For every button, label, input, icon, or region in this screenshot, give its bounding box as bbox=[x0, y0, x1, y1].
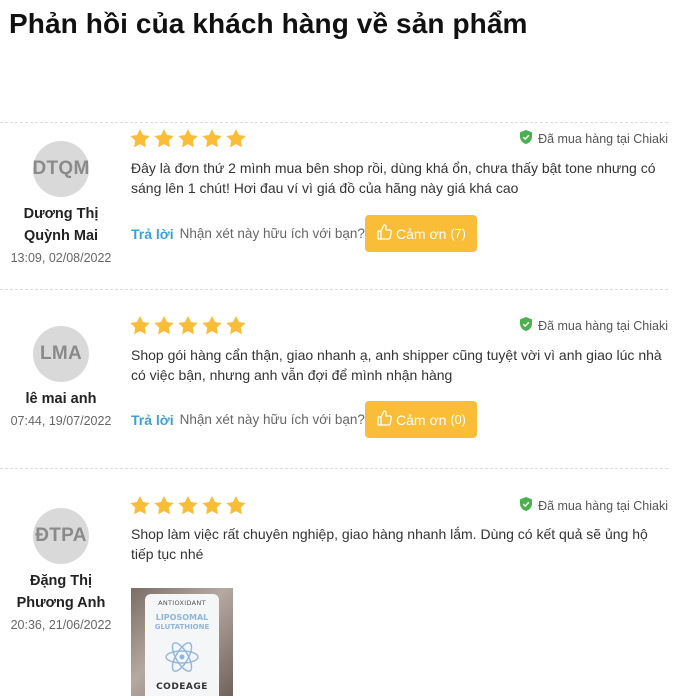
star-rating bbox=[130, 496, 246, 515]
star-icon bbox=[178, 496, 198, 515]
review-date: 20:36, 21/06/2022 bbox=[10, 618, 112, 632]
review-text: Shop làm việc rất chuyên nghiệp, giao hà… bbox=[131, 526, 648, 562]
helpful-question: Nhận xét này hữu ích với bạn? bbox=[179, 226, 365, 241]
thanks-label: Cảm ơn bbox=[396, 225, 447, 242]
star-icon bbox=[202, 496, 222, 515]
thanks-count: (0) bbox=[450, 412, 466, 427]
star-icon bbox=[154, 129, 174, 148]
author-name: Đặng Thị Phương Anh bbox=[16, 573, 106, 611]
verified-label: Đã mua hàng tại Chiaki bbox=[538, 498, 668, 513]
star-icon bbox=[130, 496, 150, 515]
review-divider bbox=[0, 289, 668, 290]
atom-logo-icon bbox=[165, 642, 199, 672]
verified-label: Đã mua hàng tại Chiaki bbox=[538, 131, 668, 146]
review-text: Shop gói hàng cẩn thận, giao nhanh ạ, an… bbox=[131, 347, 662, 383]
reply-link[interactable]: Trả lời bbox=[131, 412, 174, 428]
review-divider bbox=[0, 468, 668, 469]
star-icon bbox=[226, 316, 246, 335]
thanks-label: Cảm ơn bbox=[396, 411, 447, 428]
review-text: Đây là đơn thứ 2 mình mua bên shop rồi, … bbox=[131, 160, 656, 196]
verified-shield-icon bbox=[520, 497, 533, 514]
star-icon bbox=[178, 129, 198, 148]
review-author: ĐTPA Đặng Thị Phương Anh 20:36, 21/06/20… bbox=[0, 508, 122, 632]
star-icon bbox=[130, 316, 150, 335]
photo-product-line-2: GLUTATHIONE bbox=[154, 623, 210, 631]
star-icon bbox=[154, 316, 174, 335]
thumbs-up-icon bbox=[376, 410, 393, 429]
star-icon bbox=[202, 316, 222, 335]
thumbs-up-icon bbox=[376, 224, 393, 243]
star-icon bbox=[226, 129, 246, 148]
review-date: 07:44, 19/07/2022 bbox=[10, 414, 112, 428]
verified-purchase-badge: Đã mua hàng tại Chiaki bbox=[520, 317, 668, 334]
review-author: DTQM Dương Thị Quỳnh Mai 13:09, 02/08/20… bbox=[0, 141, 122, 265]
product-jar-image: ANTIOXIDANT LIPOSOMAL GLUTATHIONE CODEAG… bbox=[145, 594, 219, 696]
photo-product-line-1: LIPOSOMAL bbox=[155, 613, 209, 622]
verified-purchase-badge: Đã mua hàng tại Chiaki bbox=[520, 130, 668, 147]
thanks-button[interactable]: Cảm ơn (0) bbox=[364, 401, 477, 438]
review-photo[interactable]: ANTIOXIDANT LIPOSOMAL GLUTATHIONE CODEAG… bbox=[131, 588, 233, 696]
review-date: 13:09, 02/08/2022 bbox=[10, 251, 112, 265]
star-icon bbox=[202, 129, 222, 148]
star-icon bbox=[226, 496, 246, 515]
star-icon bbox=[130, 129, 150, 148]
verified-purchase-badge: Đã mua hàng tại Chiaki bbox=[520, 497, 668, 514]
review-divider bbox=[0, 122, 668, 123]
star-icon bbox=[154, 496, 174, 515]
star-icon bbox=[178, 316, 198, 335]
thanks-count: (7) bbox=[450, 226, 466, 241]
reply-link[interactable]: Trả lời bbox=[131, 226, 174, 242]
avatar: DTQM bbox=[32, 141, 89, 197]
verified-shield-icon bbox=[520, 130, 533, 147]
page-title: Phản hồi của khách hàng về sản phẩm bbox=[9, 8, 528, 39]
star-rating bbox=[130, 129, 246, 148]
avatar: LMA bbox=[33, 326, 89, 382]
thanks-button[interactable]: Cảm ơn (7) bbox=[364, 215, 477, 252]
helpful-question: Nhận xét này hữu ích với bạn? bbox=[179, 412, 365, 427]
review-author: LMA lê mai anh 07:44, 19/07/2022 bbox=[0, 326, 122, 428]
review-actions: Trả lời Nhận xét này hữu ích với bạn? Cả… bbox=[131, 215, 477, 252]
photo-brand-line: ANTIOXIDANT bbox=[158, 599, 206, 607]
author-name: Dương Thị Quỳnh Mai bbox=[23, 206, 99, 244]
review-actions: Trả lời Nhận xét này hữu ích với bạn? Cả… bbox=[131, 401, 477, 438]
verified-shield-icon bbox=[520, 317, 533, 334]
star-rating bbox=[130, 316, 246, 335]
author-name: lê mai anh bbox=[25, 391, 97, 407]
avatar: ĐTPA bbox=[33, 508, 89, 564]
photo-bottom-text: CODEAGE bbox=[156, 682, 208, 692]
verified-label: Đã mua hàng tại Chiaki bbox=[538, 318, 668, 333]
